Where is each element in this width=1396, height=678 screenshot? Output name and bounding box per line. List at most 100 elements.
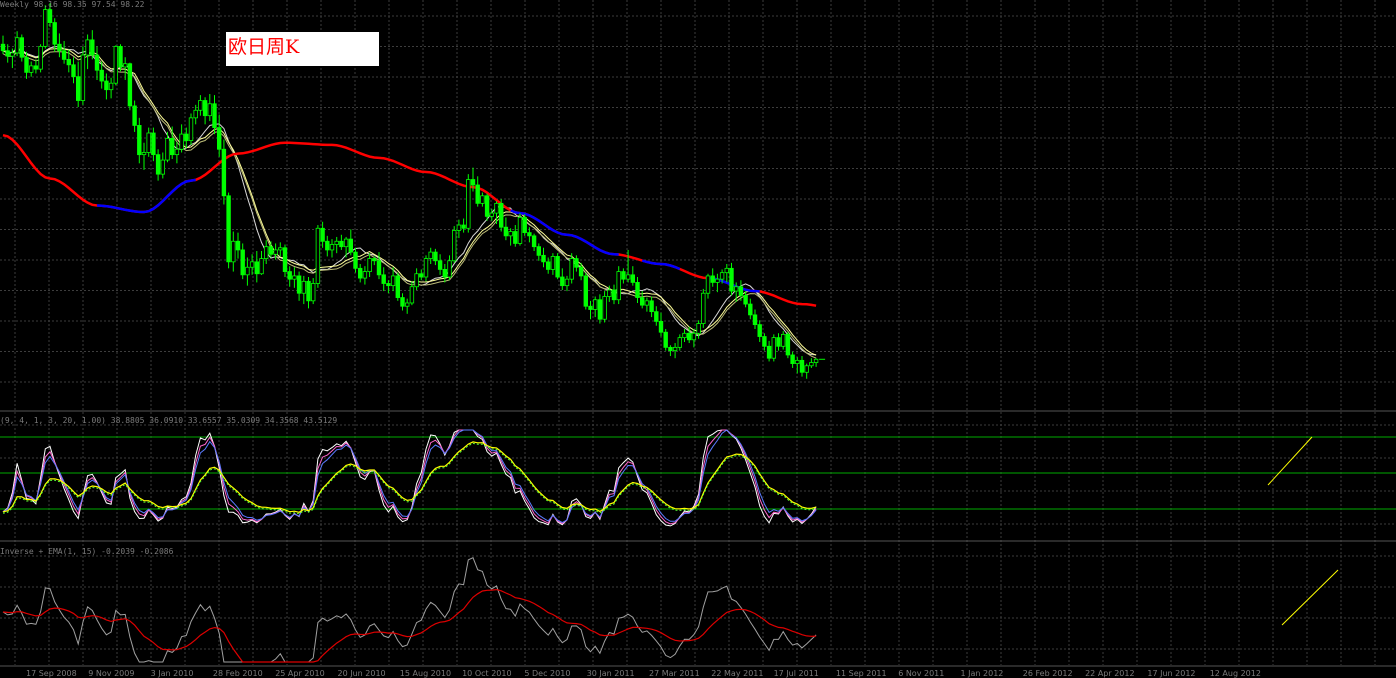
candle-down — [687, 332, 692, 341]
x-tick-label: 22 Apr 2012 — [1085, 669, 1134, 678]
candle-down — [24, 56, 29, 73]
candle-down — [151, 132, 156, 156]
candle-up — [315, 227, 321, 284]
candle-up — [263, 246, 269, 259]
candle-down — [19, 37, 24, 58]
x-tick-label: 5 Dec 2010 — [524, 669, 570, 678]
candle-up — [423, 258, 429, 278]
candle-down — [47, 9, 53, 23]
candle-down — [169, 138, 175, 156]
x-tick-label: 17 Sep 2008 — [26, 669, 77, 678]
ma-line-yellow — [2, 48, 817, 356]
candle-down — [578, 266, 584, 277]
candle-down — [583, 275, 588, 307]
candle-down — [137, 125, 142, 156]
candle-down — [635, 282, 640, 298]
candle-up — [292, 275, 297, 280]
candle-up — [28, 65, 34, 73]
candle-up — [616, 271, 621, 301]
osc1-line-green-dashed — [2, 442, 817, 515]
candle-down — [353, 251, 358, 269]
candle-up — [310, 283, 316, 302]
candle-down — [461, 224, 466, 229]
candle-up — [231, 240, 236, 263]
candle-down — [296, 275, 302, 294]
candle-down — [5, 50, 10, 57]
candle-down — [546, 261, 551, 270]
osc1-line-yellow — [2, 441, 817, 513]
candle-down — [611, 289, 617, 301]
candle-down — [757, 324, 762, 337]
osc2-projection-line — [1281, 569, 1339, 626]
candle-up — [451, 230, 457, 262]
candle-up — [682, 332, 687, 339]
candle-down — [386, 283, 391, 287]
candle-down — [76, 76, 81, 101]
candle-up — [259, 258, 264, 275]
candle-up — [602, 296, 607, 320]
candle-down — [729, 267, 734, 292]
candle-up — [193, 109, 198, 119]
candle-up — [362, 271, 368, 279]
candle-up — [43, 9, 48, 47]
candle-down — [658, 320, 664, 333]
candle-down — [325, 240, 330, 251]
candle-up — [123, 63, 128, 68]
main-panel-header: Weekly 98.16 98.35 97.54 98.22 — [0, 0, 145, 9]
candle-down — [372, 258, 377, 262]
chart-title: 欧日周K — [226, 32, 379, 66]
candle-up — [404, 302, 410, 307]
x-tick-label: 20 Jun 2010 — [338, 669, 386, 678]
x-tick-label: 17 Jul 2011 — [774, 669, 819, 678]
candle-up — [644, 300, 650, 306]
candle-up — [179, 133, 184, 150]
candle-up — [447, 260, 452, 278]
candle-down — [357, 267, 363, 279]
candle-up — [480, 195, 485, 204]
candle-down — [0, 43, 6, 52]
x-tick-label: 17 Jun 2012 — [1147, 669, 1195, 678]
candle-down — [630, 274, 635, 283]
x-tick-label: 1 Jan 2012 — [961, 669, 1004, 678]
candle-down — [212, 103, 217, 128]
candle-down — [762, 336, 767, 347]
candle-down — [649, 300, 654, 313]
candle-down — [132, 105, 137, 126]
candle-down — [127, 63, 133, 107]
candle-down — [52, 22, 57, 45]
x-tick-label: 11 Sep 2011 — [836, 669, 887, 678]
candle-down — [287, 271, 292, 280]
candle-up — [701, 292, 706, 324]
candle-down — [766, 345, 772, 359]
candle-up — [550, 256, 556, 270]
candle-down — [94, 54, 100, 71]
candle-down — [738, 286, 744, 296]
candle-down — [57, 43, 62, 52]
candle-up — [781, 333, 786, 347]
x-tick-label: 12 Aug 2012 — [1210, 669, 1261, 678]
candle-up — [813, 358, 819, 363]
candle-up — [249, 261, 255, 268]
candle-up — [409, 286, 415, 304]
candle-down — [268, 246, 274, 255]
candle-up — [414, 273, 419, 288]
candle-up — [672, 346, 678, 352]
x-tick-label: 6 Nov 2011 — [898, 669, 944, 678]
candle-down — [663, 331, 668, 348]
candle-down — [531, 235, 537, 248]
candle-down — [527, 232, 532, 237]
osc1-projection-line — [1267, 436, 1313, 486]
candle-up — [198, 100, 203, 111]
candle-down — [503, 226, 509, 237]
candles — [0, 3, 819, 379]
candle-down — [597, 299, 603, 320]
candle-up — [367, 258, 372, 272]
osc1-panel-header: (9, 4, 1, 3, 20, 1.00) 38.8805 36.0910 3… — [0, 416, 338, 425]
x-tick-label: 15 Aug 2010 — [400, 669, 451, 678]
candle-up — [14, 37, 20, 54]
candle-down — [437, 260, 443, 270]
candle-down — [536, 246, 541, 256]
candle-down — [498, 202, 504, 228]
candle-down — [155, 154, 161, 175]
candle-down — [668, 346, 673, 352]
